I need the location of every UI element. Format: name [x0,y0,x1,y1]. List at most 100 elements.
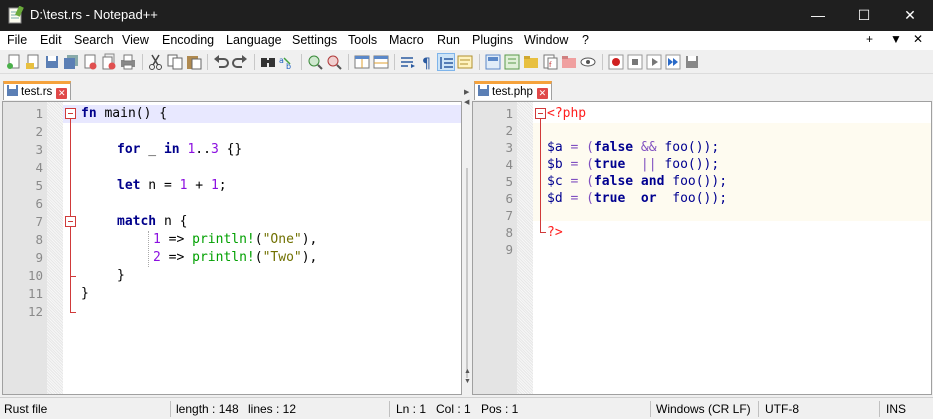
menu-help[interactable]: ? [582,33,589,47]
arrow-down-icon[interactable]: ▼ [464,378,471,385]
folder-as-workspace-icon[interactable] [522,53,540,71]
toolbar-separator [142,54,143,70]
right-tab-bar: test.php ✕ [472,78,933,100]
line-number: 8 [35,232,43,247]
php-line-5: $c = (false and foo()); [547,174,728,189]
fold-margin [517,102,533,394]
show-all-chars-icon[interactable]: ¶ [418,53,436,71]
status-separator [170,401,171,417]
monitoring-icon[interactable] [560,53,578,71]
stop-record-icon[interactable] [626,53,644,71]
line-number: 3 [35,142,43,157]
code-line-1: fn main() { [81,106,168,121]
menu-run[interactable]: Run [437,33,460,47]
line-number: 5 [35,178,43,193]
maximize-button[interactable]: ☐ [841,0,887,31]
redo-icon[interactable] [231,53,249,71]
close-all-icon[interactable] [100,53,118,71]
close-icon[interactable] [81,53,99,71]
tab-close-icon[interactable]: ✕ [56,88,68,99]
line-number: 8 [505,225,513,240]
line-number: 1 [35,106,43,121]
line-number: 9 [505,242,513,257]
menu-search[interactable]: Search [74,33,114,47]
view-eye-icon[interactable] [579,53,597,71]
menu-settings[interactable]: Settings [292,33,337,47]
view-splitter[interactable]: ▶ ◀ ▲ ▼ [462,78,472,395]
status-eol[interactable]: Windows (CR LF) [656,402,751,416]
splitter-grip[interactable] [466,168,468,378]
zoom-out-icon[interactable] [325,53,343,71]
indent-guide-icon[interactable] [437,53,455,71]
menu-language[interactable]: Language [226,33,282,47]
record-macro-icon[interactable] [607,53,625,71]
line-number-margin: 1 2 3 4 5 6 7 8 9 10 11 12 [3,102,47,394]
status-separator [879,401,880,417]
status-file-type: Rust file [4,402,48,416]
line-number: 2 [505,123,513,138]
sync-vertical-icon[interactable] [353,53,371,71]
rust-editor[interactable]: 1 2 3 4 5 6 7 8 9 10 11 12 fn main() { f… [2,101,462,395]
word-wrap-icon[interactable] [399,53,417,71]
save-all-icon[interactable] [62,53,80,71]
find-icon[interactable] [259,53,277,71]
close-window-button[interactable]: ✕ [887,0,933,31]
status-separator [389,401,390,417]
fold-end-marker [540,232,546,233]
play-macro-icon[interactable] [645,53,663,71]
status-position: Pos : 1 [481,402,519,416]
document-map-icon[interactable] [484,53,502,71]
saved-file-icon [478,85,489,96]
toolbar-separator [301,54,302,70]
run-macro-multiple-icon[interactable] [664,53,682,71]
save-icon[interactable] [43,53,61,71]
code-line-9: 2 => println!("Two"), [153,250,318,265]
function-list-icon[interactable] [503,53,521,71]
new-file-icon[interactable] [5,53,23,71]
fold-collapse-icon[interactable] [65,108,76,119]
menu-edit[interactable]: Edit [40,33,62,47]
menu-macro[interactable]: Macro [389,33,424,47]
status-length: length : 148 [176,402,239,416]
code-line-5: let n = 1 + 1; [117,178,227,193]
php-editor[interactable]: 1 2 3 4 5 6 7 8 9 <?php $a = (false && f… [472,101,932,395]
menu-tools[interactable]: Tools [348,33,377,47]
arrow-up-icon[interactable]: ▲ [464,368,471,375]
fold-margin [47,102,63,394]
save-macro-icon[interactable] [683,53,701,71]
tab-test-rs[interactable]: test.rs ✕ [3,81,72,100]
copy-icon[interactable] [166,53,184,71]
undo-icon[interactable] [212,53,230,71]
document-list-icon[interactable]: f [541,53,559,71]
tab-test-php[interactable]: test.php ✕ [474,81,552,100]
zoom-in-icon[interactable] [306,53,324,71]
replace-icon[interactable]: ab [278,53,296,71]
fold-guide-line [540,114,541,232]
php-line-4: $b = (true || foo()); [547,157,720,172]
fold-collapse-icon[interactable] [535,108,546,119]
open-file-icon[interactable] [24,53,42,71]
menu-file[interactable]: File [7,33,27,47]
menu-plugins[interactable]: Plugins [472,33,513,47]
tab-close-icon[interactable]: ✕ [536,88,548,99]
fold-collapse-icon[interactable] [65,216,76,227]
new-tab-button[interactable]: + [866,32,873,46]
sync-horizontal-icon[interactable] [372,53,390,71]
paste-icon[interactable] [185,53,203,71]
status-encoding[interactable]: UTF-8 [765,402,799,416]
arrow-left-icon[interactable]: ◀ [464,98,469,106]
cut-icon[interactable] [147,53,165,71]
line-number: 12 [27,304,43,319]
minimize-button[interactable]: — [795,0,841,31]
status-insert-mode[interactable]: INS [886,402,906,416]
tab-list-dropdown[interactable]: ▼ [890,32,902,46]
user-defined-language-icon[interactable] [456,53,474,71]
menu-window[interactable]: Window [524,33,568,47]
print-icon[interactable] [119,53,137,71]
menu-encoding[interactable]: Encoding [162,33,214,47]
close-tab-button[interactable]: ✕ [913,32,923,46]
left-tab-bar: test.rs ✕ [0,78,462,100]
arrow-right-icon[interactable]: ▶ [464,88,469,96]
menu-view[interactable]: View [122,33,149,47]
line-number: 11 [27,286,43,301]
